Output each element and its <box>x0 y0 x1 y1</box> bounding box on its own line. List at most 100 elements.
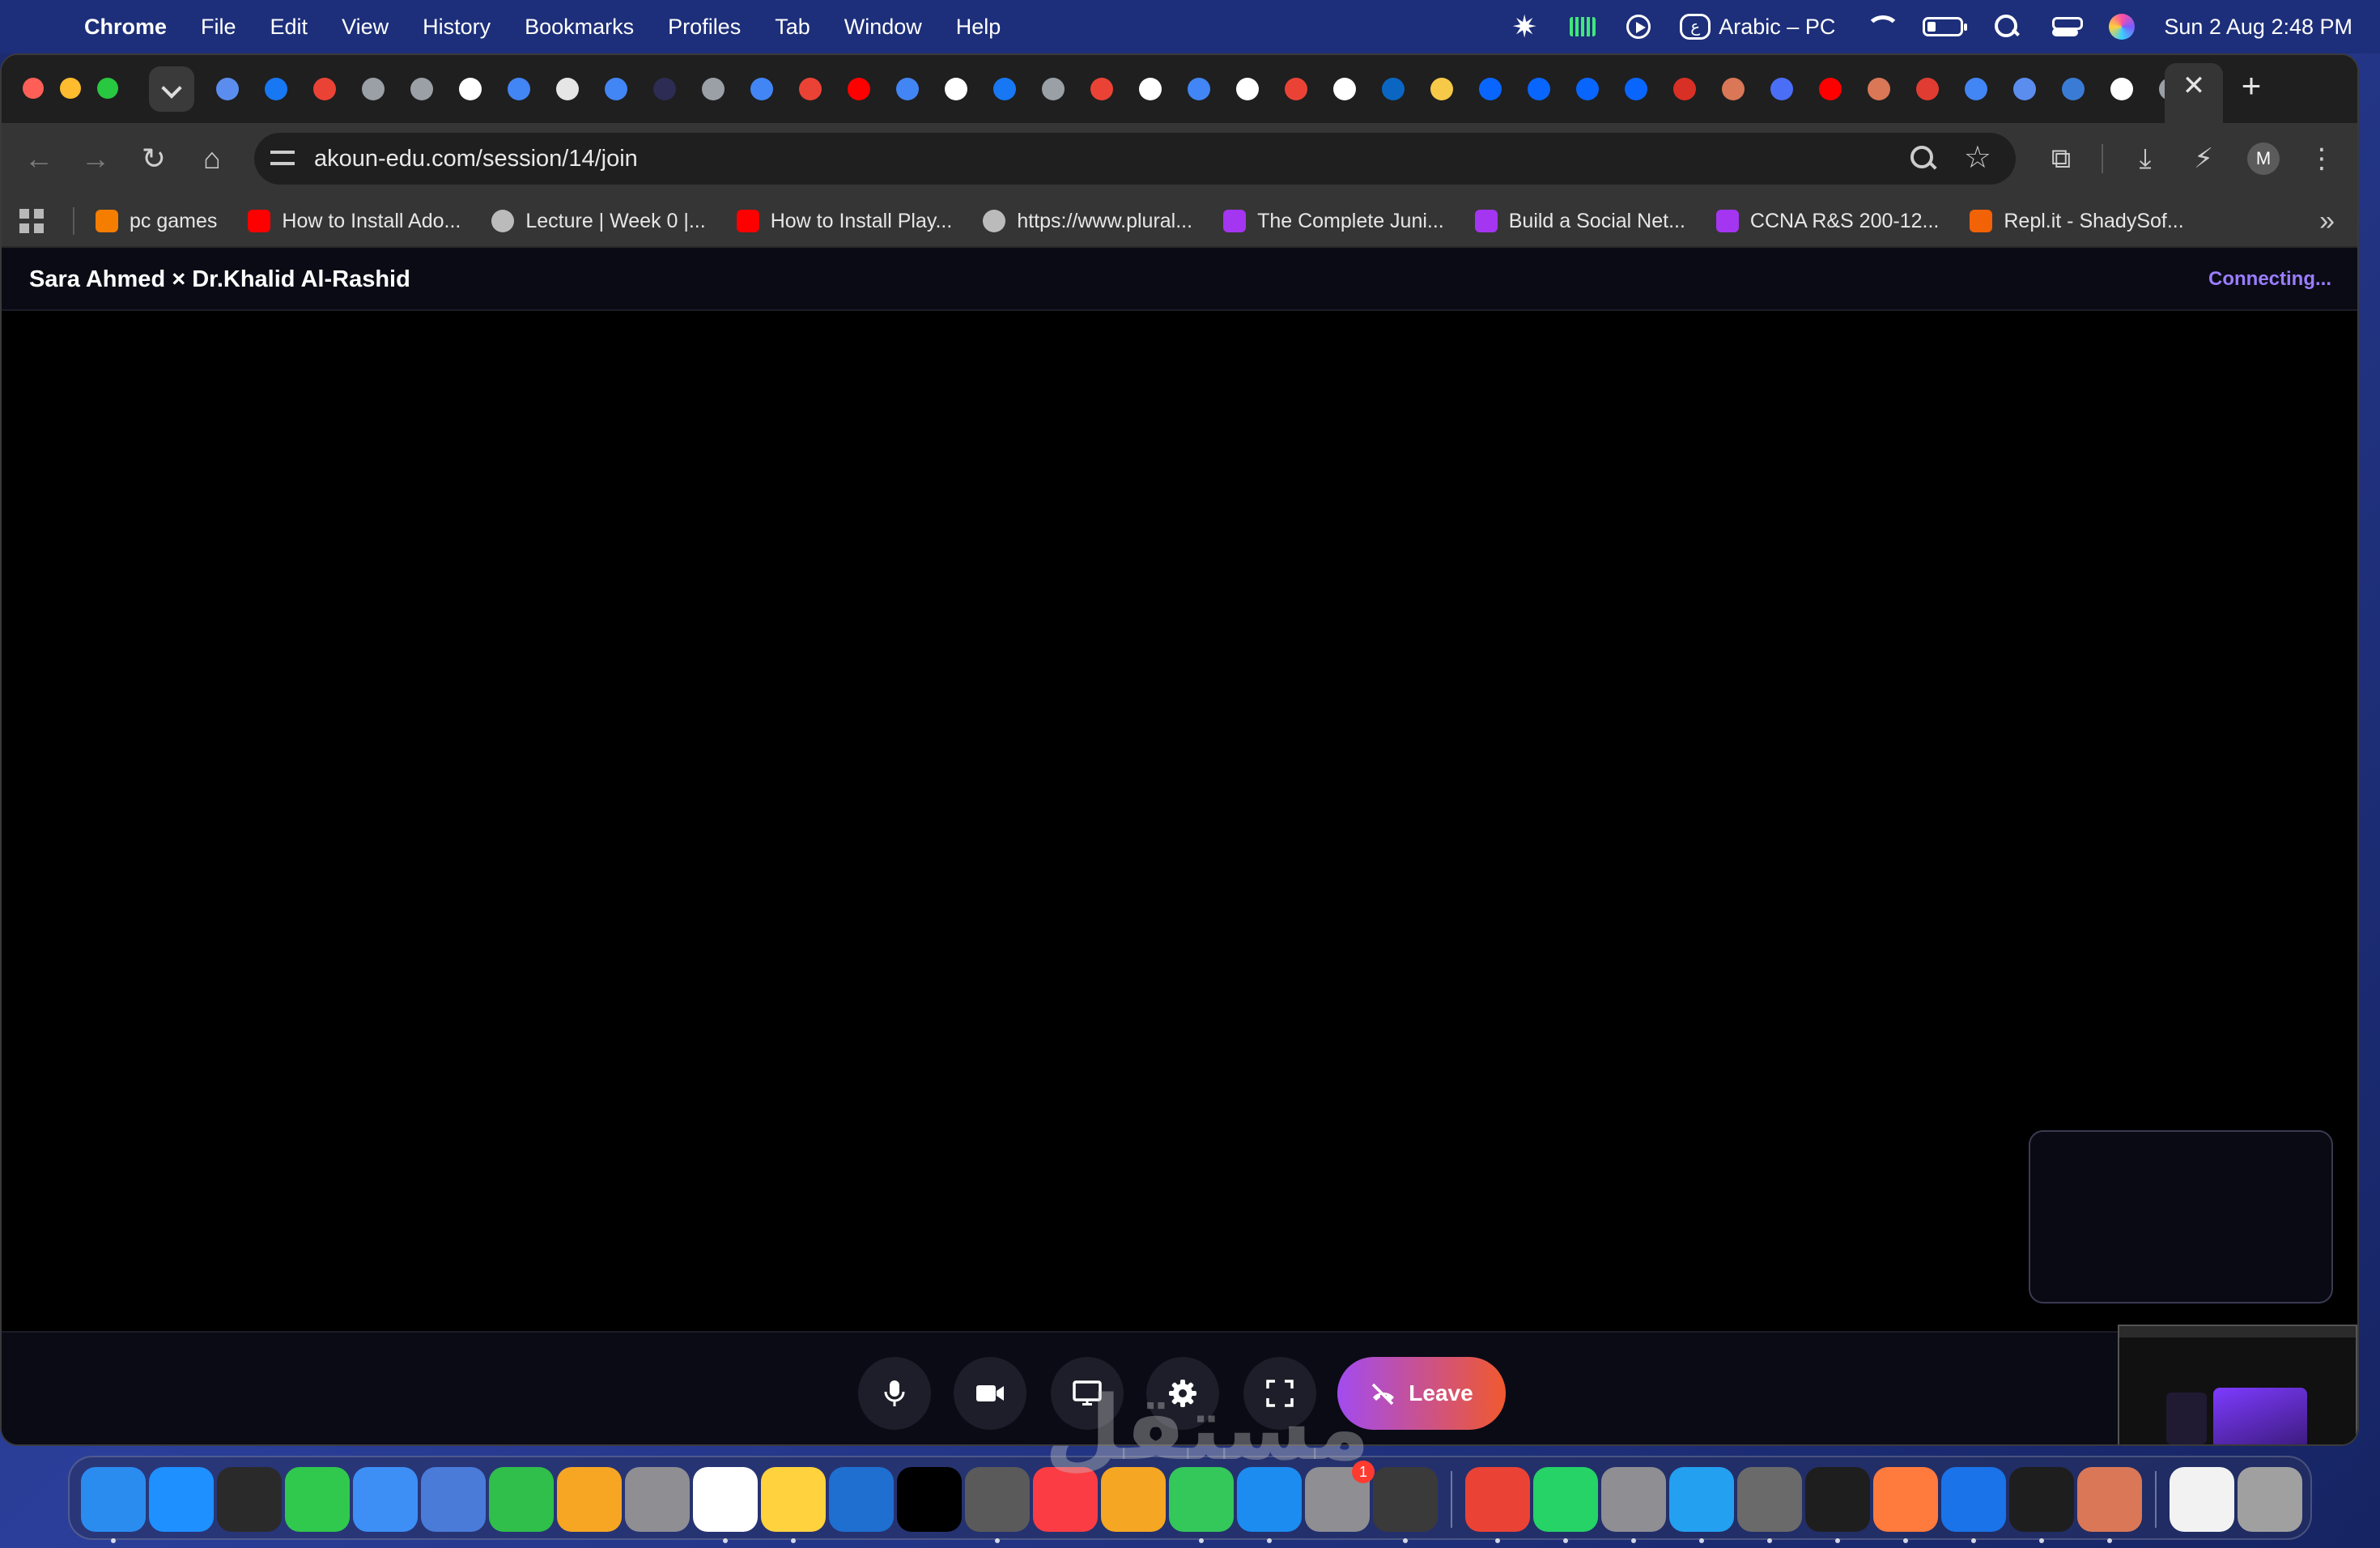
tab-favicon-icon[interactable] <box>1763 73 1800 105</box>
forward-arrow-icon[interactable]: → <box>76 139 115 178</box>
dock-app-icon[interactable] <box>761 1467 826 1543</box>
extensions-puzzle-icon[interactable]: ⧉ <box>2043 141 2079 176</box>
minimize-window-button[interactable] <box>60 78 81 99</box>
close-tab-icon[interactable]: ✕ <box>2179 71 2208 100</box>
bookmark-item[interactable]: CCNA R&S 200-12... <box>1715 210 1939 233</box>
local-video-preview[interactable] <box>2029 1130 2333 1303</box>
reload-icon[interactable]: ↻ <box>134 139 173 178</box>
tab-favicon-icon[interactable] <box>840 73 878 105</box>
tab-favicon-icon[interactable] <box>549 73 586 105</box>
bookmark-item[interactable]: The Complete Juni... <box>1223 210 1444 233</box>
tab-favicon-icon[interactable] <box>1715 73 1752 105</box>
dock-app-icon[interactable] <box>285 1467 350 1532</box>
tab-favicon-icon[interactable] <box>1229 73 1266 105</box>
tab-favicon-icon[interactable] <box>1617 73 1655 105</box>
dock-app-icon[interactable] <box>217 1467 282 1532</box>
dock-app-icon[interactable] <box>1805 1467 1870 1543</box>
bookmark-item[interactable]: How to Install Play... <box>736 210 952 233</box>
bookmark-star-icon[interactable]: ☆ <box>1964 139 1991 176</box>
tab-favicon-icon[interactable] <box>1423 73 1460 105</box>
downloads-icon[interactable]: ⤓ <box>2127 141 2163 176</box>
tab-favicon-icon[interactable] <box>2055 73 2092 105</box>
play-status-icon[interactable] <box>1626 15 1651 39</box>
tab-favicon-icon[interactable] <box>1035 73 1072 105</box>
tab-favicon-icon[interactable] <box>986 73 1023 105</box>
tab-favicon-icon[interactable] <box>1326 73 1363 105</box>
tab-favicon-icon[interactable] <box>403 73 440 105</box>
new-tab-icon[interactable]: + <box>2234 69 2268 104</box>
tab-favicon-icon[interactable] <box>2006 73 2043 105</box>
tab-favicon-icon[interactable] <box>257 73 295 105</box>
menu-file[interactable]: File <box>201 15 236 40</box>
dock-app-icon[interactable] <box>1737 1467 1802 1543</box>
tab-favicon-icon[interactable] <box>1375 73 1412 105</box>
dock-app-icon[interactable] <box>1533 1467 1598 1543</box>
bookmarks-overflow-icon[interactable]: » <box>2319 206 2335 237</box>
bookmark-item[interactable]: Repl.it - ShadySof... <box>1970 210 2184 233</box>
screenshot-thumbnail-preview[interactable] <box>2118 1325 2357 1444</box>
dock-app-icon[interactable] <box>1669 1467 1734 1543</box>
menu-view[interactable]: View <box>342 15 389 40</box>
dock-app-icon[interactable] <box>2077 1467 2142 1543</box>
menu-history[interactable]: History <box>423 15 491 40</box>
dock-app-icon[interactable] <box>897 1467 962 1532</box>
tab-favicon-icon[interactable] <box>1277 73 1315 105</box>
dock-app-icon[interactable] <box>489 1467 554 1532</box>
performance-icon[interactable]: ⚡ <box>2186 141 2221 176</box>
battery-icon[interactable] <box>1923 17 1968 36</box>
dock-app-icon[interactable] <box>1601 1467 1666 1543</box>
zoom-icon[interactable] <box>1909 144 1938 173</box>
dock-app-icon[interactable] <box>1373 1467 1438 1543</box>
tab-favicon-icon[interactable] <box>743 73 780 105</box>
menu-tab[interactable]: Tab <box>775 15 810 40</box>
tab-favicon-icon[interactable] <box>1860 73 1898 105</box>
bookmark-item[interactable]: Lecture | Week 0 |... <box>491 210 706 233</box>
back-arrow-icon[interactable]: ← <box>19 139 58 178</box>
dock-app-icon[interactable] <box>965 1467 1030 1543</box>
sparkle-status-icon[interactable] <box>1510 9 1539 45</box>
dock-app-icon[interactable] <box>421 1467 486 1532</box>
kebab-menu-icon[interactable]: ⋮ <box>2304 141 2340 176</box>
tab-favicon-icon[interactable] <box>1180 73 1218 105</box>
microphone-button[interactable] <box>858 1357 931 1430</box>
dock-app-icon[interactable] <box>829 1467 894 1532</box>
bookmark-item[interactable]: pc games <box>96 210 217 233</box>
dock-app-icon[interactable] <box>693 1467 758 1543</box>
close-window-button[interactable] <box>23 78 44 99</box>
siri-icon[interactable] <box>2109 14 2136 40</box>
input-source-menu[interactable]: ع Arabic – PC <box>1680 14 1835 40</box>
wifi-icon[interactable] <box>1864 12 1901 41</box>
dock-app-icon[interactable] <box>1465 1467 1530 1543</box>
tab-favicon-icon[interactable] <box>1569 73 1606 105</box>
tab-favicon-icon[interactable] <box>1083 73 1120 105</box>
tab-favicon-icon[interactable] <box>1812 73 1849 105</box>
dock-app-icon[interactable] <box>557 1467 622 1532</box>
menu-bookmarks[interactable]: Bookmarks <box>525 15 634 40</box>
tab-favicon-icon[interactable] <box>2103 73 2140 105</box>
dock-app-icon[interactable] <box>2238 1467 2302 1532</box>
home-icon[interactable]: ⌂ <box>193 139 232 178</box>
apps-grid-icon[interactable] <box>19 209 44 233</box>
dock-app-icon[interactable] <box>1873 1467 1938 1543</box>
url-text[interactable]: akoun-edu.com/session/14/join <box>314 133 638 185</box>
tab-favicon-icon[interactable] <box>646 73 683 105</box>
spotlight-search-icon[interactable] <box>1992 12 2021 41</box>
tab-favicon-icon[interactable] <box>1520 73 1558 105</box>
dock-app-icon[interactable] <box>81 1467 146 1543</box>
tab-favicon-icon[interactable] <box>500 73 538 105</box>
menu-help[interactable]: Help <box>956 15 1001 40</box>
tab-favicon-icon[interactable] <box>1132 73 1169 105</box>
dock-app-icon[interactable] <box>2170 1467 2234 1532</box>
tab-favicon-icon[interactable] <box>597 73 635 105</box>
menu-profiles[interactable]: Profiles <box>668 15 741 40</box>
menubar-clock[interactable]: Sun 2 Aug 2:48 PM <box>2164 15 2352 40</box>
zoom-window-button[interactable] <box>97 78 118 99</box>
tab-favicon-icon[interactable] <box>937 73 975 105</box>
camera-button[interactable] <box>954 1357 1026 1430</box>
menu-window[interactable]: Window <box>844 15 922 40</box>
tab-favicon-icon[interactable] <box>1666 73 1703 105</box>
tab-favicon-icon[interactable] <box>1472 73 1509 105</box>
bookmark-item[interactable]: How to Install Ado... <box>248 210 461 233</box>
tab-favicon-icon[interactable] <box>209 73 246 105</box>
dock-app-icon[interactable] <box>353 1467 418 1532</box>
